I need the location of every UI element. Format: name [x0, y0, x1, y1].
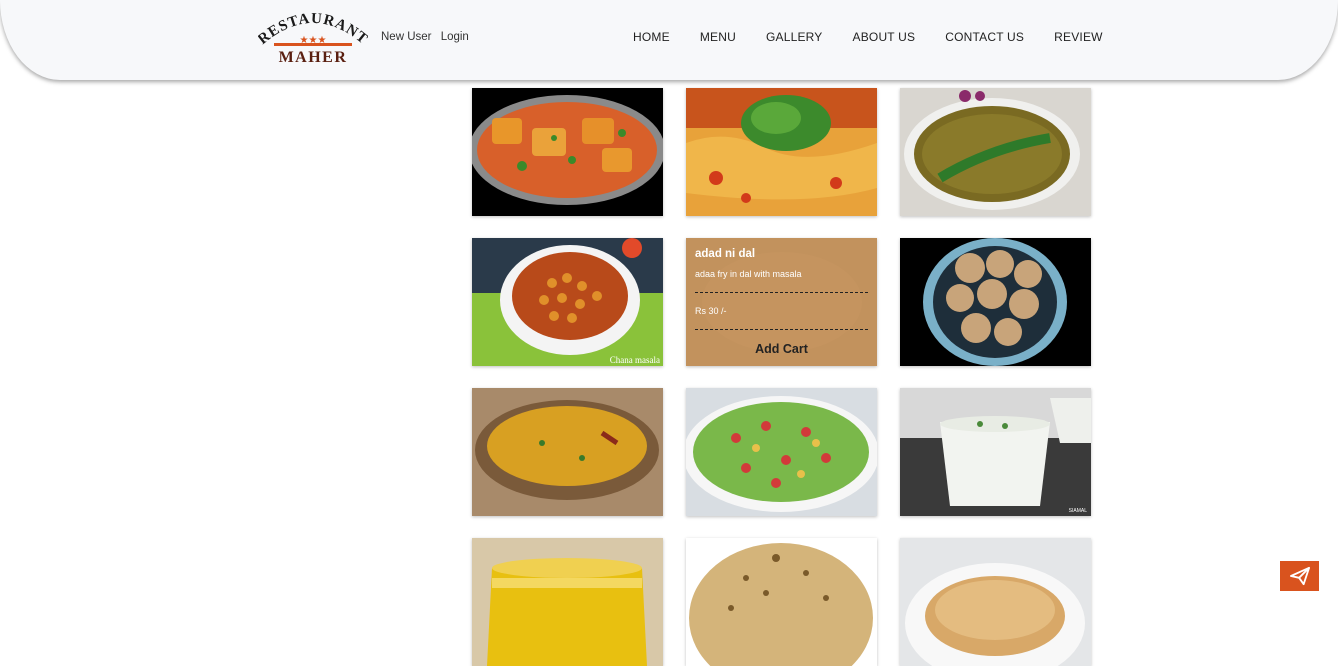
item-detail-overlay: adad ni dal adaa fry in dal with masala …: [686, 238, 877, 366]
menu-card[interactable]: SIAMAL: [900, 388, 1091, 516]
chaas-photo: SIAMAL: [900, 388, 1091, 516]
restaurant-logo[interactable]: RESTAURANT ★★★ MAHER: [258, 12, 368, 68]
menu-card[interactable]: [686, 388, 877, 516]
logo-bottom-text: MAHER: [279, 49, 348, 66]
logo-stars: ★★★: [300, 35, 327, 46]
menu-card-adad-ni-dal[interactable]: adad ni dal adaa fry in dal with masala …: [686, 238, 877, 366]
new-user-link[interactable]: New User: [381, 31, 431, 43]
nav-gallery[interactable]: GALLERY: [766, 30, 823, 44]
menu-card[interactable]: [900, 88, 1091, 216]
roti-photo: [900, 538, 1091, 666]
paneer-curry-photo: [472, 88, 663, 216]
item-description: adaa fry in dal with masala: [695, 269, 802, 279]
nav-menu[interactable]: MENU: [700, 30, 736, 44]
send-message-button[interactable]: [1280, 561, 1319, 591]
photo-watermark: SIAMAL: [1069, 508, 1088, 514]
chana-masala-caption: Chana masala: [610, 355, 660, 365]
dal-baati-photo: [900, 238, 1091, 366]
menu-card[interactable]: [686, 88, 877, 216]
divider: [695, 329, 868, 330]
nav-home[interactable]: HOME: [633, 30, 670, 44]
item-price: Rs 30 /-: [695, 306, 727, 316]
menu-card[interactable]: [900, 538, 1091, 666]
dal-tadka-photo: [472, 388, 663, 516]
sev-usal-photo: [686, 88, 877, 216]
menu-card[interactable]: [900, 238, 1091, 366]
main-nav: HOME MENU GALLERY ABOUT US CONTACT US RE…: [633, 30, 1133, 44]
salad-photo: [686, 388, 877, 516]
chana-masala-photo: Chana masala: [472, 238, 663, 366]
moong-curry-photo: [900, 88, 1091, 216]
login-link[interactable]: Login: [441, 31, 469, 43]
menu-card[interactable]: [472, 388, 663, 516]
ghee-photo: [472, 538, 663, 666]
nav-contact-us[interactable]: CONTACT US: [945, 30, 1024, 44]
menu-card[interactable]: [472, 88, 663, 216]
menu-card[interactable]: [472, 538, 663, 666]
papad-photo: [686, 538, 877, 666]
auth-links: New User Login: [381, 31, 475, 43]
item-title: adad ni dal: [695, 248, 756, 260]
add-cart-button[interactable]: Add Cart: [695, 342, 868, 356]
nav-about-us[interactable]: ABOUT US: [853, 30, 916, 44]
menu-card[interactable]: Chana masala: [472, 238, 663, 366]
menu-card[interactable]: [686, 538, 877, 666]
site-header: RESTAURANT ★★★ MAHER New User Login HOME…: [0, 0, 1338, 80]
paper-plane-icon: [1289, 566, 1310, 586]
nav-review[interactable]: REVIEW: [1054, 30, 1103, 44]
divider: [695, 292, 868, 293]
